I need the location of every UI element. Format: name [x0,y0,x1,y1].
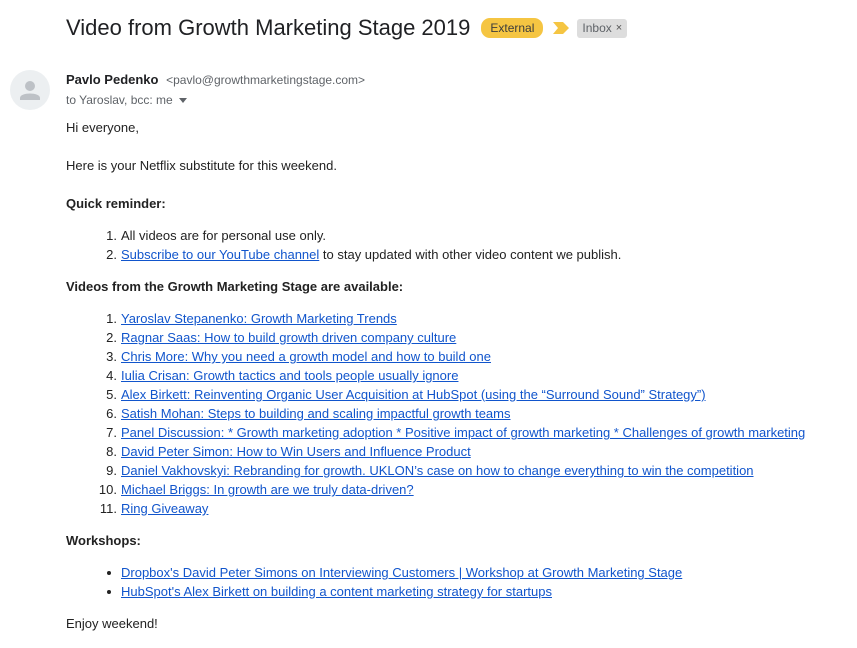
sender-line: Pavlo Pedenko <pavlo@growthmarketingstag… [66,72,365,87]
video-link[interactable]: Daniel Vakhovskyi: Rebranding for growth… [121,461,754,480]
videos-heading: Videos from the Growth Marketing Stage a… [66,279,404,294]
inbox-label[interactable]: Inbox × [577,18,628,38]
video-link[interactable]: Ragnar Saas: How to build growth driven … [121,328,456,347]
sender-avatar[interactable] [10,70,50,110]
video-item: 11. Ring Giveaway [66,499,805,518]
video-item: 3. Chris More: Why you need a growth mode… [66,347,805,366]
list-item: 2. Subscribe to our YouTube channel to s… [66,245,621,264]
video-item: 10. Michael Briggs: In growth are we trul… [66,480,805,499]
list-number: 1. [106,311,117,326]
video-link[interactable]: Panel Discussion: * Growth marketing ado… [121,423,805,442]
reminder-list: 1. All videos are for personal use only.… [66,226,621,264]
list-number: 5. [106,387,117,402]
video-item: 9. Daniel Vakhovskyi: Rebranding for grow… [66,461,805,480]
video-link[interactable]: Satish Mohan: Steps to building and scal… [121,404,511,423]
list-number: 7. [106,425,117,440]
youtube-subscribe-link[interactable]: Subscribe to our YouTube channel [121,247,319,262]
list-number: 4. [106,368,117,383]
list-number: 8. [106,444,117,459]
recipients-line[interactable]: to Yaroslav, bcc: me [66,93,187,107]
person-icon [20,81,40,100]
video-link[interactable]: Iulia Crisan: Growth tactics and tools p… [121,366,458,385]
intro-text: Here is your Netflix substitute for this… [66,158,337,173]
video-item: 2. Ragnar Saas: How to build growth drive… [66,328,805,347]
video-item: 4. Iulia Crisan: Growth tactics and tools… [66,366,805,385]
list-number: 11. [99,501,117,516]
remove-label-icon[interactable]: × [616,21,622,36]
sender-email: <pavlo@growthmarketingstage.com> [166,73,366,87]
reminder-heading: Quick reminder: [66,196,166,211]
inbox-label-text: Inbox [582,20,612,35]
sender-name[interactable]: Pavlo Pedenko [66,72,158,87]
closing-text: Enjoy weekend! [66,616,158,631]
video-link[interactable]: Chris More: Why you need a growth model … [121,347,491,366]
external-badge: External [481,18,544,38]
video-link[interactable]: Ring Giveaway [121,499,208,518]
video-item: 8. David Peter Simon: How to Win Users an… [66,442,805,461]
list-number: 6. [106,406,117,421]
recipients-text: to Yaroslav, bcc: me [66,93,173,107]
list-number: 3. [106,349,117,364]
list-item: 1. All videos are for personal use only. [66,226,621,245]
reminder-text: All videos are for personal use only. [121,228,326,243]
list-number: 2. [106,247,117,262]
list-number: 1. [106,228,117,243]
list-number: 2. [106,330,117,345]
email-subject: Video from Growth Marketing Stage 2019 [66,15,471,40]
workshop-item: HubSpot's Alex Birkett on building a con… [66,582,682,601]
workshops-heading: Workshops: [66,533,141,548]
workshop-link[interactable]: Dropbox's David Peter Simons on Intervie… [121,563,682,582]
greeting: Hi everyone, [66,120,139,135]
video-link[interactable]: David Peter Simon: How to Win Users and … [121,442,471,461]
workshop-item: Dropbox's David Peter Simons on Intervie… [66,563,682,582]
video-link[interactable]: Yaroslav Stepanenko: Growth Marketing Tr… [121,309,397,328]
subject-row: Video from Growth Marketing Stage 2019 E… [66,13,628,43]
list-number: 10. [98,482,117,497]
importance-marker-icon[interactable] [553,22,570,34]
video-link[interactable]: Alex Birkett: Reinventing Organic User A… [121,385,706,404]
workshop-link[interactable]: HubSpot's Alex Birkett on building a con… [121,582,552,601]
video-item: 5. Alex Birkett: Reinventing Organic User… [66,385,805,404]
workshops-list: Dropbox's David Peter Simons on Intervie… [66,563,682,601]
video-item: 6. Satish Mohan: Steps to building and sc… [66,404,805,423]
video-item: 1. Yaroslav Stepanenko: Growth Marketing … [66,309,805,328]
list-number: 9. [106,463,117,478]
chevron-down-icon[interactable] [178,97,187,103]
reminder-suffix: to stay updated with other video content… [319,247,622,262]
videos-list: 1. Yaroslav Stepanenko: Growth Marketing … [66,309,805,518]
bullet-icon [66,563,121,582]
video-item: 7. Panel Discussion: * Growth marketing a… [66,423,805,442]
video-link[interactable]: Michael Briggs: In growth are we truly d… [121,480,414,499]
bullet-icon [66,582,121,601]
